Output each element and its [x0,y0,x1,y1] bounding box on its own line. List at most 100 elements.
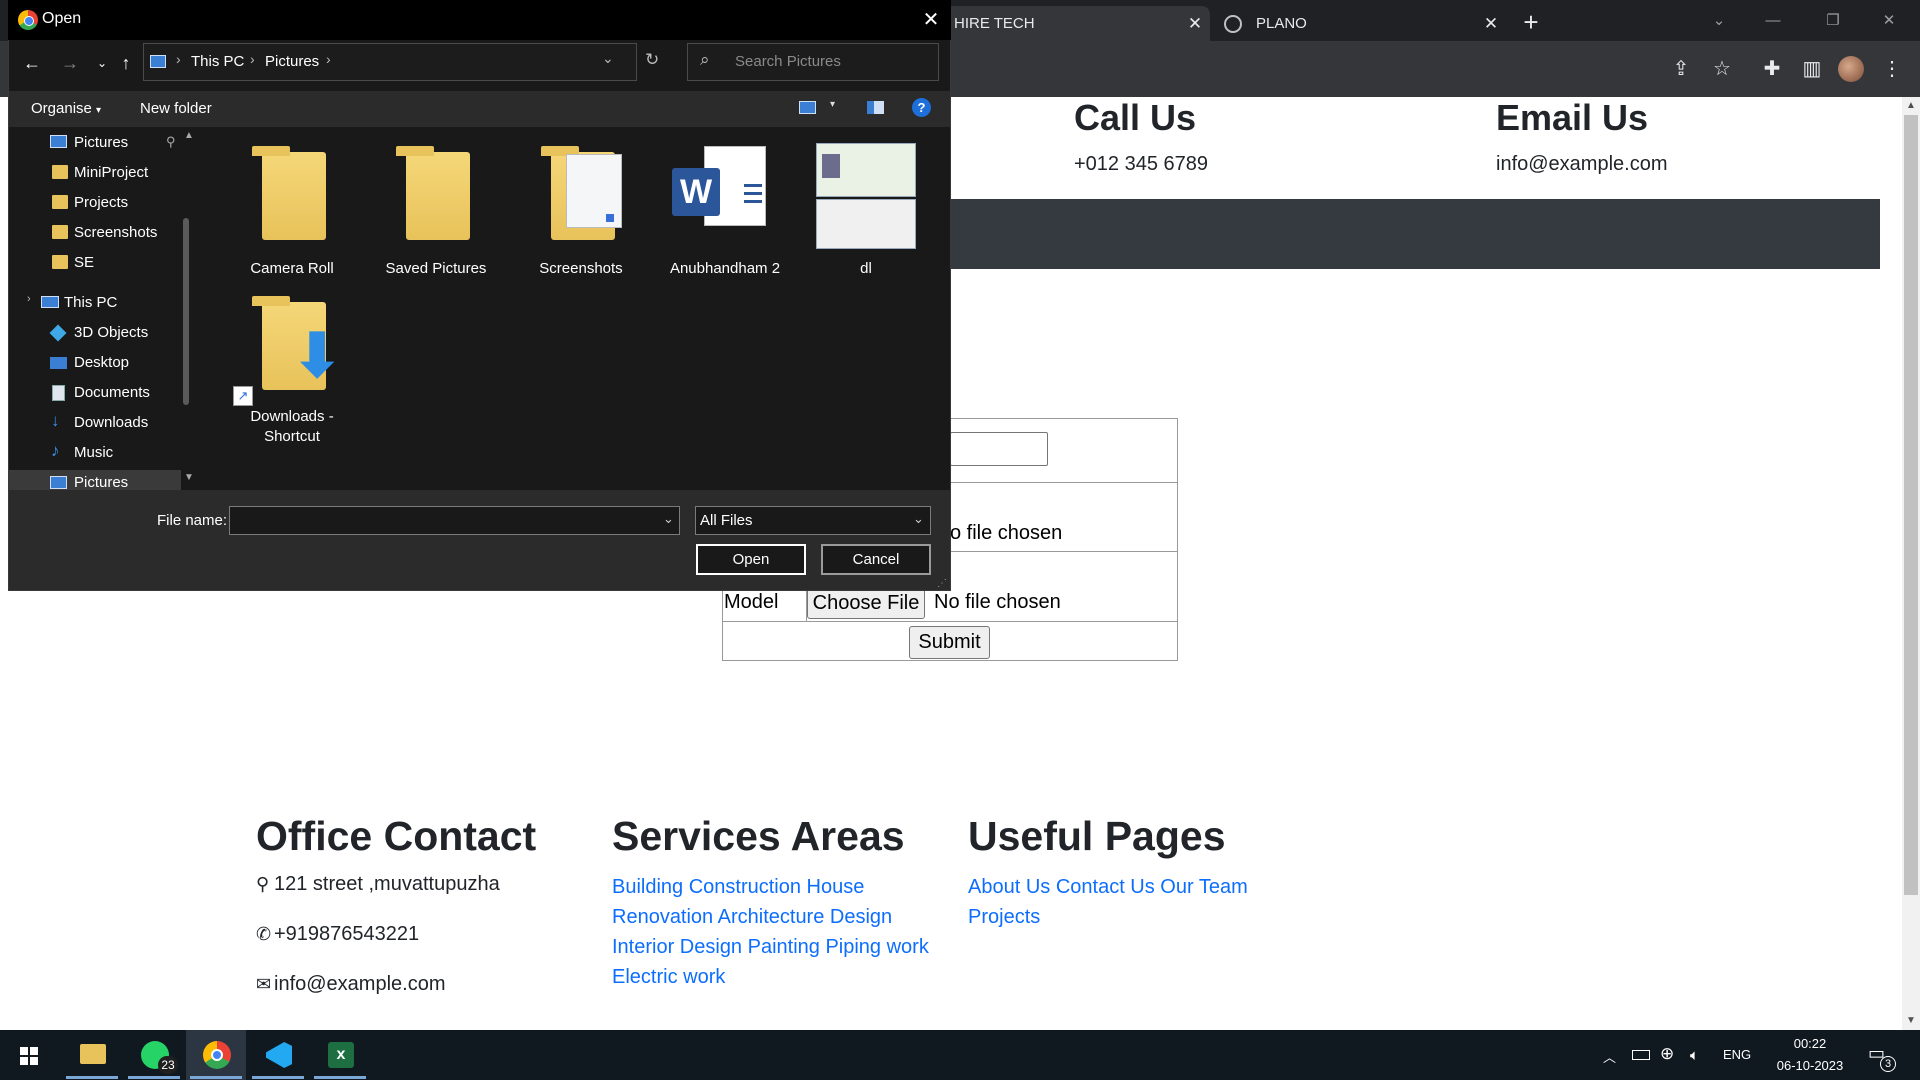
star-icon[interactable]: ☆ [1704,51,1740,87]
back-arrow-icon[interactable]: ← [18,50,46,76]
nav-item-desktop[interactable]: Desktop [74,351,129,375]
up-arrow-icon[interactable]: ↑ [112,50,140,76]
open-button[interactable]: Open [696,544,806,575]
refresh-icon[interactable]: ↻ [645,50,659,70]
side-panel-icon[interactable]: ▥ [1794,51,1830,87]
nav-item-se[interactable]: SE [74,251,94,275]
scroll-up-icon[interactable]: ▲ [184,130,194,141]
text-input[interactable] [950,432,1048,466]
taskbar-chrome[interactable] [186,1030,246,1080]
organise-button[interactable]: Organise ▾ [31,100,101,117]
download-arrow-icon: ↓ [51,411,60,430]
file-name-label: File name: [157,512,228,529]
file-item-dl[interactable]: dl [794,140,944,280]
close-window-icon[interactable]: ✕ [1866,6,1912,36]
expand-chevron-icon[interactable]: › [27,293,31,305]
battery-icon[interactable] [1632,1050,1650,1060]
file-name-label: Screenshots [539,260,623,277]
file-name-label: Camera Roll [250,260,334,277]
minimize-icon[interactable]: — [1750,6,1796,36]
email-us-heading: Email Us [1496,97,1649,138]
restore-icon[interactable]: ❐ [1810,6,1856,36]
computer-icon [41,296,59,308]
close-icon[interactable]: ✕ [1180,14,1210,34]
nav-scrollbar-thumb[interactable] [183,218,189,405]
scroll-down-icon[interactable]: ▼ [1902,1012,1920,1030]
windows-logo-icon [20,1057,28,1065]
chevron-down-icon[interactable]: ⌄ [663,511,674,527]
extensions-icon[interactable]: ✚ [1754,51,1790,87]
share-icon[interactable]: ⇪ [1663,51,1699,87]
file-name-input[interactable] [229,506,680,535]
footer-link[interactable]: Renovation Architecture Design [612,902,929,932]
cancel-button[interactable]: Cancel [821,544,931,575]
choose-file-button[interactable]: Choose File [807,588,925,619]
doc-line [744,184,762,187]
tab-hire-tech[interactable]: HIRE TECH ✕ [940,6,1210,41]
footer-link[interactable]: Building Construction House [612,872,929,902]
table-row-divider [722,621,1178,622]
close-icon[interactable]: ✕ [1476,14,1506,34]
folder-icon [52,165,68,179]
resize-grip-icon[interactable]: ⋰ [937,578,947,589]
dialog-title-bar [8,0,951,40]
preview-pane-icon[interactable] [867,101,884,114]
close-icon[interactable]: ✕ [916,5,946,35]
footer-link[interactable]: Electric work [612,962,929,992]
document-preview-mark [606,214,614,222]
chevron-down-icon[interactable]: ⌄ [1696,6,1742,36]
file-item-anubhandham[interactable]: W Anubhandham 2 [650,140,800,280]
taskbar-whatsapp[interactable]: 23 [124,1030,184,1080]
show-hidden-icons-icon[interactable]: ︿ [1603,1047,1616,1066]
network-globe-icon[interactable]: ⊕ [1660,1044,1674,1064]
language-indicator[interactable]: ENG [1723,1047,1751,1062]
file-item-screenshots[interactable]: Screenshots [506,140,656,280]
nav-item-music[interactable]: Music [74,441,113,465]
nav-item-this-pc[interactable]: This PC [64,291,117,315]
breadcrumb-this-pc[interactable]: This PC [191,53,244,70]
taskbar-excel[interactable]: x [310,1030,370,1080]
taskbar-file-explorer[interactable] [62,1030,122,1080]
page-scrollbar-thumb[interactable] [1904,115,1918,895]
pin-icon[interactable]: ⚲ [166,134,176,150]
doc-line [744,192,762,195]
nav-item-projects[interactable]: Projects [74,191,128,215]
scroll-up-icon[interactable]: ▲ [1902,97,1920,115]
nav-item-downloads[interactable]: Downloads [74,411,148,435]
file-type-select[interactable]: All Files [695,506,931,535]
office-contact-heading: Office Contact [256,813,537,859]
clock-time[interactable]: 00:22 [1774,1036,1846,1051]
start-button[interactable] [0,1030,60,1080]
plus-icon[interactable]: + [1514,6,1548,40]
footer-link[interactable]: About Us Contact Us Our Team [968,872,1248,902]
submit-button[interactable]: Submit [909,626,990,659]
nav-item-screenshots[interactable]: Screenshots [74,221,157,245]
forward-arrow-icon[interactable]: → [56,50,84,76]
volume-icon[interactable]: 🔈︎ [1690,1047,1699,1064]
scroll-down-icon[interactable]: ▼ [184,472,194,483]
dialog-title: Open [42,10,82,27]
new-folder-button[interactable]: New folder [140,100,212,117]
nav-item-pictures[interactable]: Pictures [74,131,128,155]
nav-item-3d-objects[interactable]: 3D Objects [74,321,148,345]
avatar[interactable] [1838,56,1864,82]
taskbar-vscode[interactable] [248,1030,308,1080]
clock-date[interactable]: 06-10-2023 [1766,1058,1854,1073]
file-item-camera-roll[interactable]: Camera Roll [217,140,367,280]
tab-plano[interactable]: PLANO ✕ [1210,6,1506,41]
pictures-icon [50,476,67,489]
caret-down-icon[interactable]: ▾ [830,99,835,110]
more-menu-icon[interactable]: ⋮ [1874,51,1910,87]
help-icon[interactable]: ? [912,98,931,117]
file-item-downloads-shortcut[interactable]: ⬇ ↗ Downloads - Shortcut [217,290,367,450]
chevron-down-icon[interactable]: ⌄ [602,50,614,67]
footer-link[interactable]: Projects [968,902,1248,932]
footer-link[interactable]: Interior Design Painting Piping work [612,932,929,962]
file-name-label: Anubhandham 2 [669,260,781,277]
chevron-down-icon[interactable]: ⌄ [913,511,924,527]
view-options-icon[interactable] [799,101,816,114]
nav-item-miniproject[interactable]: MiniProject [74,161,148,185]
nav-item-documents[interactable]: Documents [74,381,150,405]
file-item-saved-pictures[interactable]: Saved Pictures [361,140,511,280]
breadcrumb-pictures[interactable]: Pictures [265,53,319,70]
